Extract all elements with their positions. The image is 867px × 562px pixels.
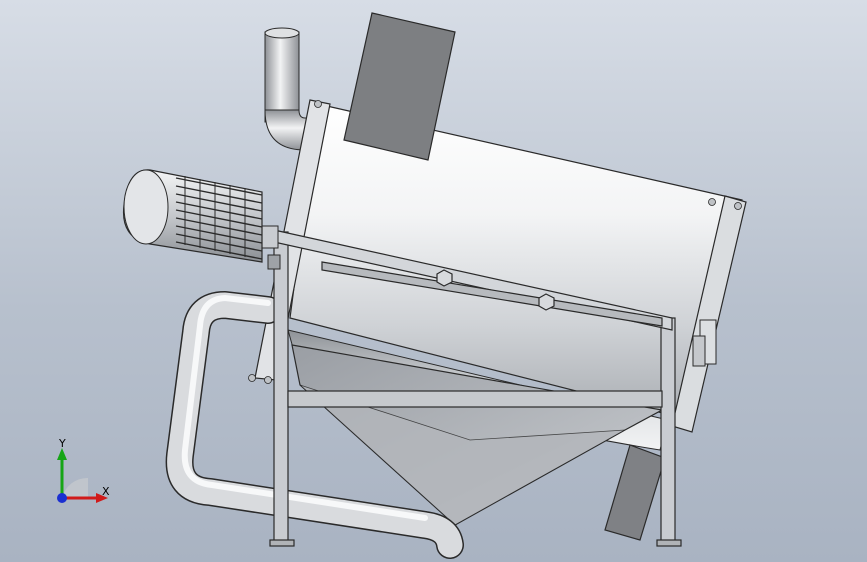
x-axis-label: X xyxy=(102,485,110,498)
y-axis-label: Y xyxy=(58,438,66,450)
machine-model[interactable] xyxy=(0,0,867,562)
outlet-chute xyxy=(604,444,666,541)
cad-viewport[interactable]: Y X xyxy=(0,0,867,562)
coordinate-triad: Y X xyxy=(57,438,110,503)
z-axis-dot-icon xyxy=(57,493,67,503)
drive-motor xyxy=(122,169,281,270)
